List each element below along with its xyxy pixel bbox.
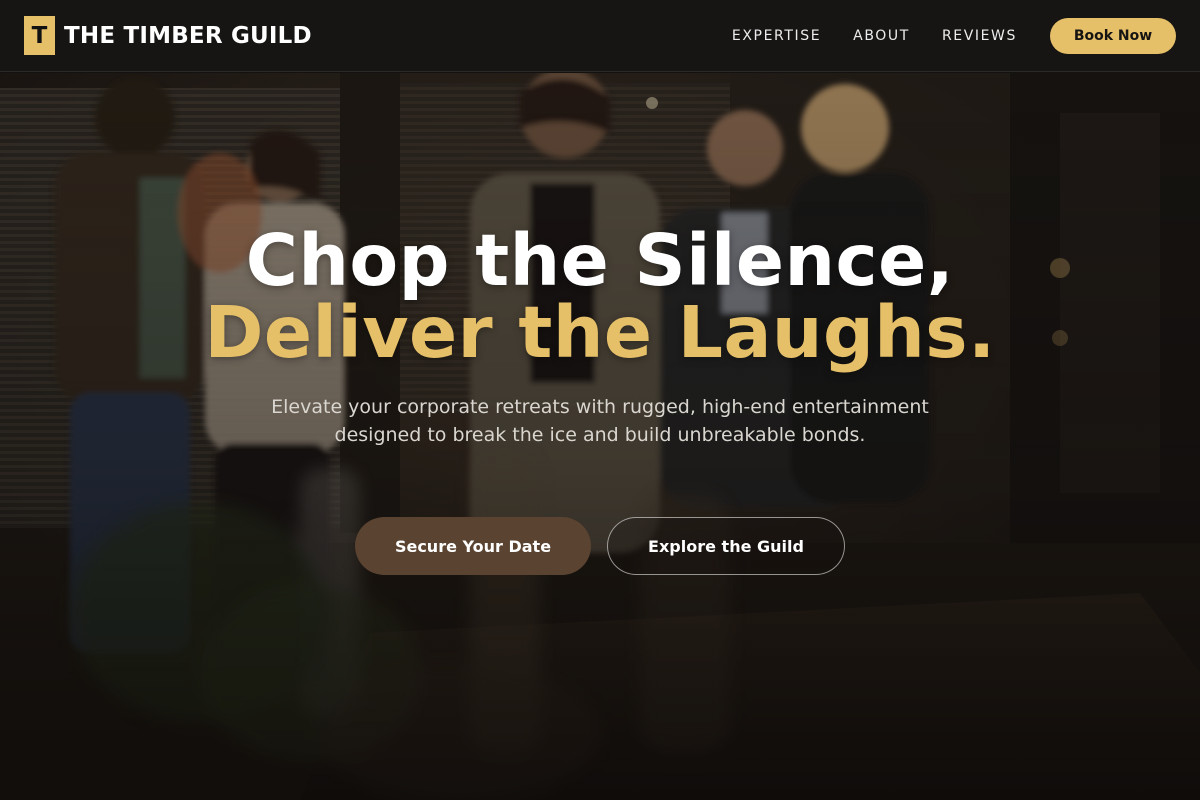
- hero-headline-line2: Deliver the Laughs.: [204, 291, 996, 374]
- book-now-button[interactable]: Book Now: [1050, 17, 1176, 54]
- brand-name: THE TIMBER GUILD: [64, 22, 312, 49]
- hero-content: Chop the Silence, Deliver the Laughs. El…: [0, 73, 1200, 800]
- top-navbar: T THE TIMBER GUILD EXPERTISE ABOUT REVIE…: [0, 0, 1200, 72]
- nav-link-expertise[interactable]: EXPERTISE: [732, 28, 821, 44]
- hero-headline-line1: Chop the Silence,: [245, 219, 955, 302]
- nav-link-about[interactable]: ABOUT: [853, 28, 910, 44]
- hero-subtext: Elevate your corporate retreats with rug…: [271, 396, 929, 446]
- brand-mark: T: [24, 16, 55, 55]
- nav-links: EXPERTISE ABOUT REVIEWS: [732, 28, 1017, 44]
- secure-your-date-button[interactable]: Secure Your Date: [355, 517, 591, 575]
- hero-section: Chop the Silence, Deliver the Laughs. El…: [0, 73, 1200, 800]
- nav-link-reviews[interactable]: REVIEWS: [942, 28, 1017, 44]
- brand-logo-link[interactable]: T THE TIMBER GUILD: [24, 16, 312, 55]
- explore-the-guild-button[interactable]: Explore the Guild: [607, 517, 845, 575]
